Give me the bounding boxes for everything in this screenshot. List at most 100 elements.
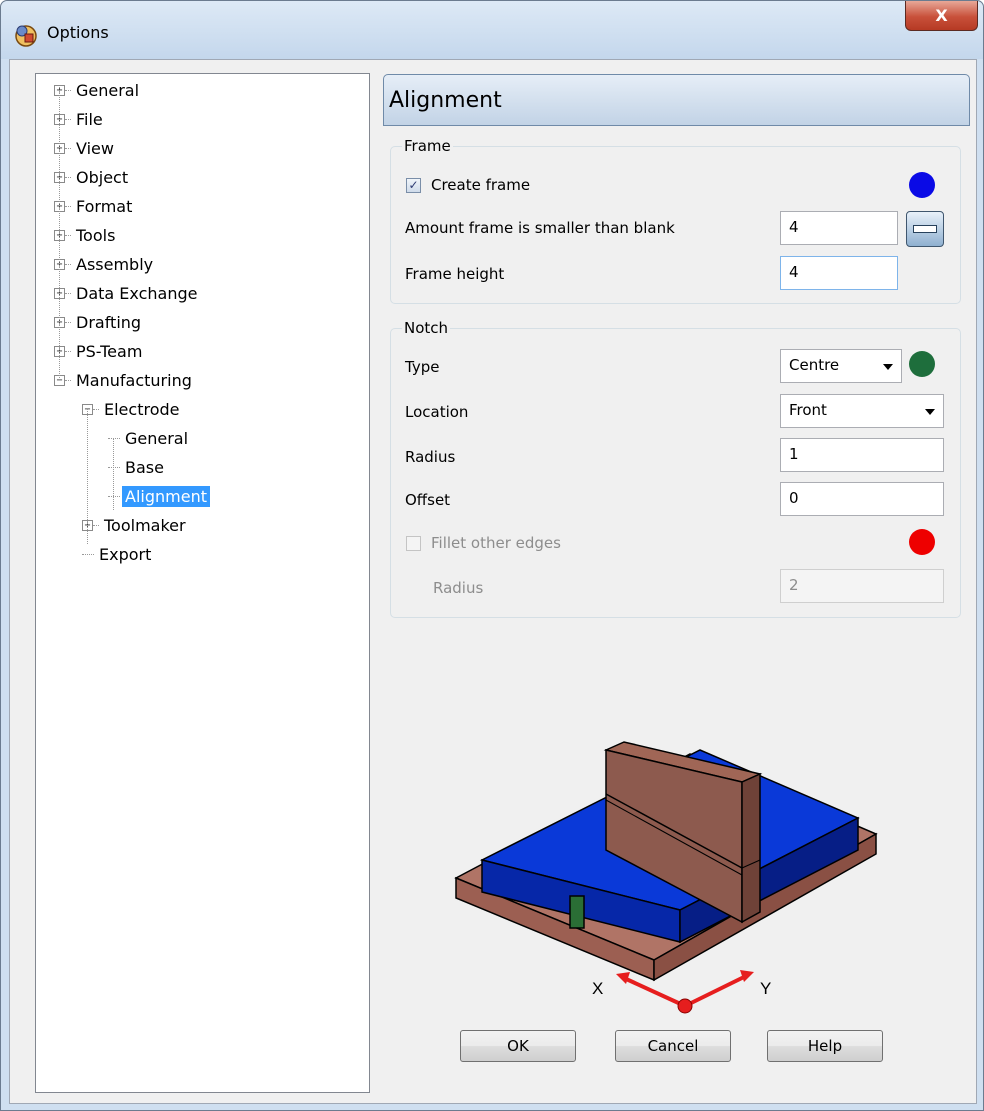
tree-connector xyxy=(113,438,114,510)
tree-item[interactable]: + Drafting xyxy=(54,309,144,335)
cancel-button[interactable]: Cancel xyxy=(615,1030,731,1062)
tree-connector xyxy=(108,437,120,439)
options-tree[interactable]: + General + File + View + Object + Format + Tools + A… xyxy=(35,73,370,1093)
tree-connector xyxy=(65,321,71,323)
notch-type-dropdown[interactable]: Centre xyxy=(780,349,902,383)
tree-connector xyxy=(65,205,71,207)
fillet-color-swatch[interactable] xyxy=(909,529,935,555)
dialog-client-area: + General + File + View + Object + Format + Tools + A… xyxy=(9,59,977,1104)
tree-item-label: Format xyxy=(76,196,133,216)
tree-connector xyxy=(108,495,120,497)
frame-height-label: Frame height xyxy=(405,265,505,283)
notch-offset-input[interactable]: 0 xyxy=(780,482,944,516)
tree-item-label: View xyxy=(76,138,114,158)
notch-type-value: Centre xyxy=(789,356,840,374)
tree-connector xyxy=(93,524,99,526)
chevron-down-icon xyxy=(883,364,893,370)
tree-item[interactable]: + General xyxy=(54,77,142,103)
options-app-icon xyxy=(15,25,37,47)
tree-item[interactable]: Base xyxy=(108,454,167,480)
tree-item-label: Alignment xyxy=(122,485,210,507)
tree-connector xyxy=(65,379,71,381)
tree-connector xyxy=(87,408,88,544)
tree-item[interactable]: Export xyxy=(82,541,154,567)
notch-offset-label: Offset xyxy=(405,491,451,509)
tree-item[interactable]: + PS-Team xyxy=(54,338,145,364)
tree-connector xyxy=(59,90,60,380)
fillet-radius-input[interactable]: 2 xyxy=(780,569,944,603)
tree-item-label: Assembly xyxy=(76,254,154,274)
tree-connector xyxy=(82,553,94,555)
origin-marker xyxy=(677,998,693,1014)
x-axis-label: X xyxy=(592,979,603,998)
close-button[interactable]: X xyxy=(905,1,978,31)
check-icon: ✓ xyxy=(408,178,419,192)
tree-item-label: Tools xyxy=(76,225,116,245)
tree-item-label: Base xyxy=(125,457,164,477)
notch-radius-input[interactable]: 1 xyxy=(780,438,944,472)
notch-group-title: Notch xyxy=(402,319,451,337)
create-frame-checkbox[interactable]: ✓ xyxy=(406,178,421,193)
fillet-edges-checkbox[interactable] xyxy=(406,536,421,551)
title-bar[interactable]: Options X xyxy=(1,1,983,59)
x-arrow-icon xyxy=(616,972,630,984)
notch-location-label: Location xyxy=(405,403,469,421)
tree-item[interactable]: + Object xyxy=(54,164,131,190)
tree-item-label: File xyxy=(76,109,103,129)
frame-height-input[interactable]: 4 xyxy=(780,256,898,290)
electrode-preview-image: X Y xyxy=(454,741,878,1014)
tree-connector xyxy=(93,408,99,410)
frame-smaller-label: Amount frame is smaller than blank xyxy=(405,219,675,237)
tree-item[interactable]: + Assembly xyxy=(54,251,156,277)
notch-mark xyxy=(569,895,585,929)
tree-item-label: General xyxy=(76,80,140,100)
tree-item[interactable]: − Electrode xyxy=(82,396,182,422)
notch-location-value: Front xyxy=(789,401,827,419)
fillet-radius-label: Radius xyxy=(433,579,484,597)
tree-item[interactable]: Alignment xyxy=(108,483,210,509)
tree-item[interactable]: + File xyxy=(54,106,106,132)
tree-item-label: Manufacturing xyxy=(76,370,192,390)
tree-item[interactable]: + View xyxy=(54,135,117,161)
options-dialog: Options X + General + File + View + Object + Form… xyxy=(0,0,984,1111)
window-title: Options xyxy=(47,23,109,42)
measure-button[interactable] xyxy=(906,211,944,247)
page-title: Alignment xyxy=(383,74,970,126)
ok-button[interactable]: OK xyxy=(460,1030,576,1062)
block-side xyxy=(741,772,761,924)
fillet-edges-label: Fillet other edges xyxy=(431,534,561,552)
ruler-icon xyxy=(913,225,937,233)
tree-item-label: Data Exchange xyxy=(76,283,198,303)
notch-radius-label: Radius xyxy=(405,448,456,466)
notch-color-swatch[interactable] xyxy=(909,351,935,377)
tree-connector xyxy=(65,263,71,265)
tree-item[interactable]: General xyxy=(108,425,191,451)
notch-type-label: Type xyxy=(405,358,440,376)
y-axis-label: Y xyxy=(760,979,771,998)
tree-connector xyxy=(65,176,71,178)
tree-connector xyxy=(65,147,71,149)
help-button[interactable]: Help xyxy=(767,1030,883,1062)
tree-item[interactable]: + Toolmaker xyxy=(82,512,189,538)
tree-item[interactable]: + Tools xyxy=(54,222,118,248)
tree-item-label: General xyxy=(125,428,189,448)
frame-color-swatch[interactable] xyxy=(909,172,935,198)
tree-connector xyxy=(108,466,120,468)
tree-item-label: Export xyxy=(99,544,152,564)
frame-group-title: Frame xyxy=(402,137,453,155)
tree-item-label: PS-Team xyxy=(76,341,143,361)
tree-item-label: Object xyxy=(76,167,129,187)
tree-connector xyxy=(65,118,71,120)
tree-item-label: Electrode xyxy=(104,399,180,419)
tree-item[interactable]: + Data Exchange xyxy=(54,280,200,306)
tree-item[interactable]: − Manufacturing xyxy=(54,367,195,393)
tree-connector xyxy=(65,292,71,294)
notch-location-dropdown[interactable]: Front xyxy=(780,394,944,428)
tree-connector xyxy=(65,89,71,91)
tree-item-label: Toolmaker xyxy=(104,515,186,535)
tree-connector xyxy=(65,234,71,236)
chevron-down-icon xyxy=(925,409,935,415)
tree-item-label: Drafting xyxy=(76,312,142,332)
tree-item[interactable]: + Format xyxy=(54,193,135,219)
frame-smaller-input[interactable]: 4 xyxy=(780,211,898,245)
